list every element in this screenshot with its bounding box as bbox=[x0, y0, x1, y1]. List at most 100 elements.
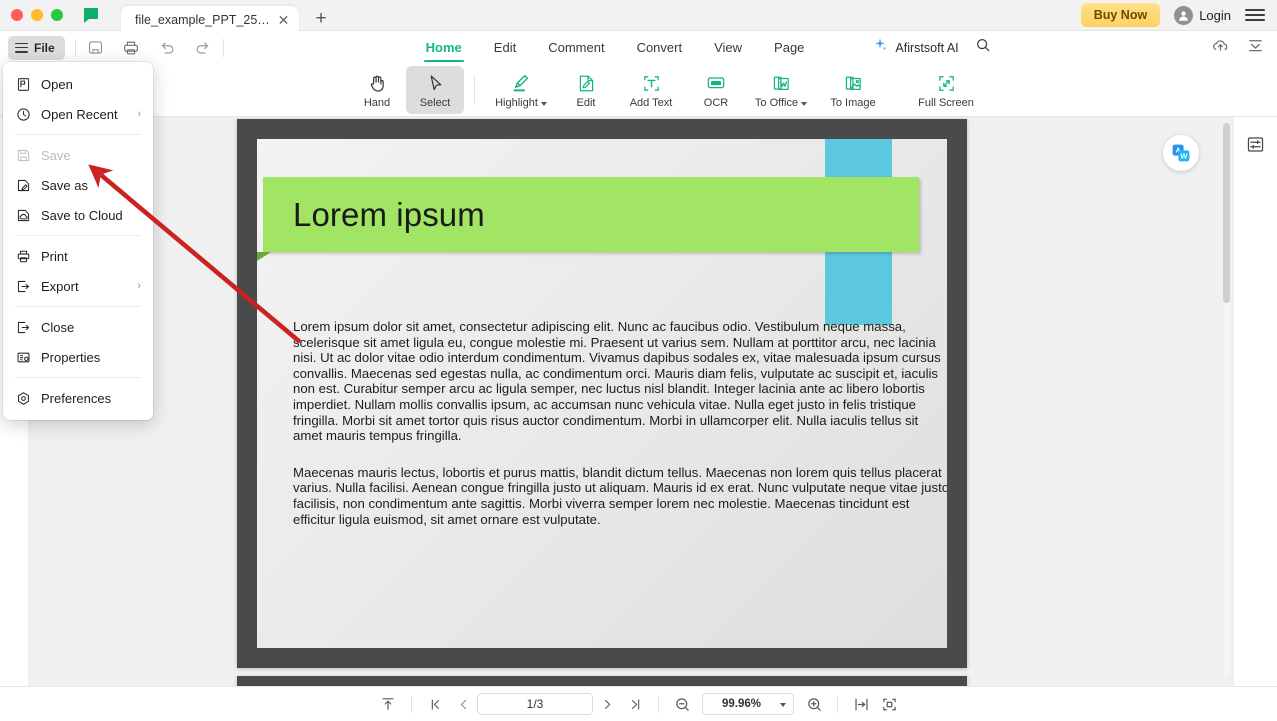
document-scrollbar[interactable] bbox=[1223, 123, 1230, 678]
tool-group: Hand Select Highlight Edit Add Text OCR … bbox=[348, 66, 982, 114]
menu-item-preferences[interactable]: Preferences bbox=[3, 383, 153, 413]
chevron-right-icon: › bbox=[137, 280, 141, 292]
avatar-icon bbox=[1174, 5, 1194, 25]
to-image-icon bbox=[843, 71, 864, 95]
menu-item-properties[interactable]: Properties bbox=[3, 342, 153, 372]
minimize-window-button[interactable] bbox=[31, 9, 43, 21]
paragraph-1: Lorem ipsum dolor sit amet, consectetur … bbox=[293, 319, 941, 444]
fit-width-icon[interactable] bbox=[847, 692, 875, 716]
open-file-icon bbox=[15, 76, 31, 92]
tool-hand-label: Hand bbox=[363, 97, 391, 109]
close-icon[interactable]: ✕ bbox=[276, 12, 291, 27]
afirstsoft-ai-button[interactable]: Afirstsoft AI bbox=[872, 37, 959, 58]
print-icon[interactable] bbox=[122, 38, 141, 57]
file-menu-label: File bbox=[34, 40, 55, 55]
edit-page-icon bbox=[576, 71, 597, 95]
chevron-right-icon: › bbox=[137, 108, 141, 120]
scroll-to-top-icon[interactable] bbox=[374, 692, 402, 716]
undo-icon[interactable] bbox=[158, 38, 177, 57]
menu-item-open[interactable]: Open bbox=[3, 69, 153, 99]
tool-add-text[interactable]: Add Text bbox=[615, 66, 687, 114]
login-button[interactable]: Login bbox=[1174, 5, 1231, 25]
menu-item-save-to-cloud[interactable]: Save to Cloud bbox=[3, 200, 153, 230]
zoom-out-icon[interactable] bbox=[668, 692, 696, 716]
app-logo-icon bbox=[81, 5, 101, 25]
add-text-icon bbox=[641, 71, 662, 95]
hand-icon bbox=[367, 71, 388, 95]
tab-edit[interactable]: Edit bbox=[478, 31, 532, 64]
close-window-button[interactable] bbox=[11, 9, 23, 21]
document-tab[interactable]: file_example_PPT_250kB... ✕ bbox=[121, 5, 299, 34]
first-page-icon[interactable] bbox=[421, 692, 449, 716]
properties-icon bbox=[15, 349, 31, 365]
document-viewer[interactable]: Lorem ipsum Lorem ipsum dolor sit amet, … bbox=[29, 117, 1233, 686]
printer-icon bbox=[15, 248, 31, 264]
menu-item-save-as[interactable]: Save as bbox=[3, 170, 153, 200]
tool-to-office[interactable]: To Office bbox=[745, 66, 817, 114]
menu-item-print[interactable]: Print bbox=[3, 241, 153, 271]
menu-item-save-as-label: Save as bbox=[41, 177, 88, 193]
zoom-in-icon[interactable] bbox=[800, 692, 828, 716]
buy-now-button[interactable]: Buy Now bbox=[1080, 3, 1161, 27]
page-number-value: 1/3 bbox=[526, 697, 544, 711]
save-icon[interactable] bbox=[86, 38, 105, 57]
status-bar: 1/3 99.96% bbox=[0, 686, 1277, 721]
menu-item-export[interactable]: Export › bbox=[3, 271, 153, 301]
collapse-ribbon-icon[interactable] bbox=[1246, 36, 1265, 60]
slide-canvas: Lorem ipsum Lorem ipsum dolor sit amet, … bbox=[257, 139, 947, 648]
tool-to-image[interactable]: To Image bbox=[817, 66, 889, 114]
tool-edit-label: Edit bbox=[576, 97, 596, 109]
menu-item-save-label: Save bbox=[41, 147, 71, 163]
redo-icon[interactable] bbox=[194, 38, 213, 57]
menu-item-open-label: Open bbox=[41, 76, 73, 92]
tool-ocr[interactable]: OCR OCR bbox=[687, 66, 745, 114]
divider bbox=[474, 75, 475, 105]
title-banner: Lorem ipsum bbox=[263, 177, 919, 252]
menu-item-print-label: Print bbox=[41, 248, 68, 264]
scrollbar-thumb[interactable] bbox=[1223, 123, 1230, 303]
translate-floating-button[interactable]: A W bbox=[1163, 135, 1199, 171]
last-page-icon[interactable] bbox=[621, 692, 649, 716]
tool-hand[interactable]: Hand bbox=[348, 66, 406, 114]
banner-fold bbox=[257, 252, 271, 261]
tab-page[interactable]: Page bbox=[758, 31, 820, 64]
export-icon bbox=[15, 278, 31, 294]
menu-item-properties-label: Properties bbox=[41, 349, 101, 365]
tool-select[interactable]: Select bbox=[406, 66, 464, 114]
cursor-icon bbox=[425, 71, 446, 95]
tool-to-office-label: To Office bbox=[755, 97, 808, 109]
tool-edit[interactable]: Edit bbox=[557, 66, 615, 114]
title-bar: file_example_PPT_250kB... ✕ + Buy Now Lo… bbox=[0, 0, 1277, 34]
menu-bar: File Home Edit Comment Convert View Page… bbox=[0, 31, 1277, 64]
tool-add-text-label: Add Text bbox=[629, 97, 673, 109]
save-disk-icon bbox=[15, 147, 31, 163]
save-cloud-icon bbox=[15, 207, 31, 223]
tab-convert[interactable]: Convert bbox=[621, 31, 699, 64]
tab-view[interactable]: View bbox=[698, 31, 758, 64]
fit-page-icon[interactable] bbox=[875, 692, 903, 716]
cloud-upload-icon[interactable] bbox=[1211, 36, 1230, 60]
tab-home[interactable]: Home bbox=[410, 31, 478, 64]
tab-comment[interactable]: Comment bbox=[532, 31, 620, 64]
menu-item-close[interactable]: Close bbox=[3, 312, 153, 342]
chevron-down-icon bbox=[540, 102, 547, 106]
search-icon[interactable] bbox=[975, 37, 991, 58]
paragraph-2: Maecenas mauris lectus, lobortis et puru… bbox=[293, 464, 947, 527]
main-menu-icon[interactable] bbox=[1245, 7, 1265, 23]
divider bbox=[222, 38, 224, 57]
tab-strip: file_example_PPT_250kB... ✕ + bbox=[121, 0, 334, 34]
menu-item-open-recent[interactable]: Open Recent › bbox=[3, 99, 153, 129]
next-page-icon[interactable] bbox=[593, 692, 621, 716]
new-tab-button[interactable]: + bbox=[308, 6, 334, 32]
zoom-level-select[interactable]: 99.96% bbox=[702, 693, 794, 715]
chevron-down-icon bbox=[801, 102, 808, 106]
maximize-window-button[interactable] bbox=[51, 9, 63, 21]
right-rail bbox=[1233, 117, 1277, 686]
tool-full-screen[interactable]: Full Screen bbox=[910, 66, 982, 114]
fullscreen-icon bbox=[936, 71, 957, 95]
prev-page-icon[interactable] bbox=[449, 692, 477, 716]
sliders-panel-icon[interactable] bbox=[1244, 132, 1268, 156]
file-menu-button[interactable]: File bbox=[8, 35, 65, 60]
page-number-input[interactable]: 1/3 bbox=[477, 693, 593, 715]
tool-highlight[interactable]: Highlight bbox=[485, 66, 557, 114]
